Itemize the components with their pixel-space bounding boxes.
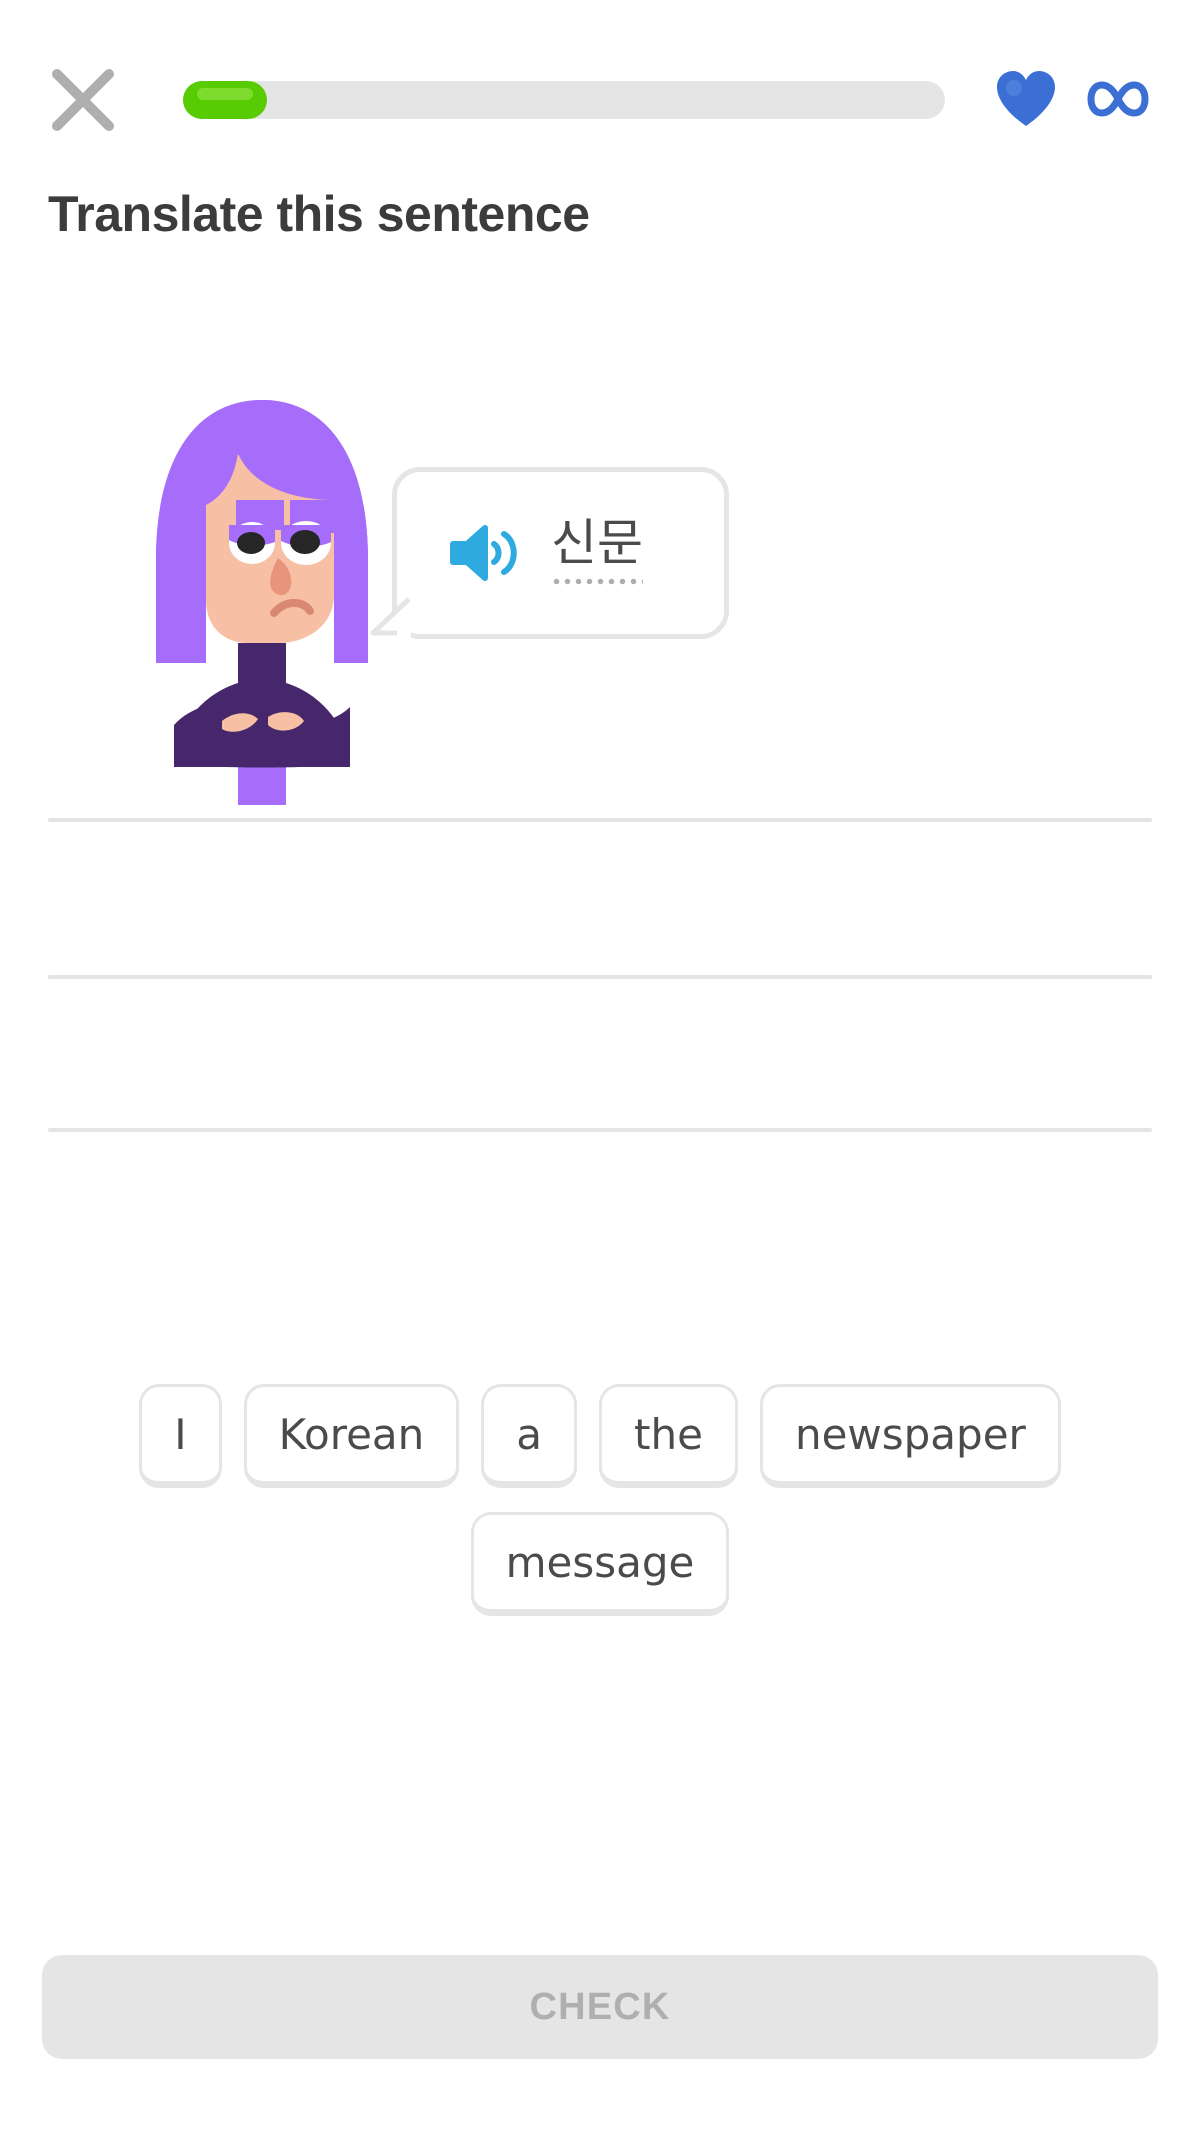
lily-character — [138, 395, 388, 825]
prompt-word-wrap: 신문 — [551, 517, 643, 590]
speaker-icon[interactable] — [449, 524, 519, 582]
progress-fill — [183, 81, 267, 119]
word-bank-row: message — [48, 1512, 1152, 1616]
speech-bubble-tail — [367, 595, 413, 639]
close-icon[interactable] — [45, 62, 121, 138]
word-bank: I Korean a the newspaper message — [48, 1384, 1152, 1640]
infinity-icon — [1087, 78, 1149, 120]
heart-icon[interactable] — [995, 70, 1057, 128]
word-tile[interactable]: the — [599, 1384, 738, 1488]
progress-shine — [197, 88, 253, 100]
answer-line[interactable] — [48, 1128, 1152, 1132]
check-button[interactable]: CHECK — [42, 1955, 1158, 2059]
word-tile[interactable]: message — [470, 1512, 730, 1616]
word-tile[interactable]: Korean — [243, 1384, 460, 1488]
page-title: Translate this sentence — [48, 186, 590, 242]
answer-line[interactable] — [48, 975, 1152, 979]
word-tile[interactable]: a — [481, 1384, 578, 1488]
answer-line[interactable] — [48, 818, 1152, 822]
prompt-word[interactable]: 신문 — [551, 517, 643, 570]
hint-dotted-underline — [551, 578, 643, 586]
word-tile[interactable]: I — [139, 1384, 222, 1488]
lesson-header — [0, 0, 1200, 170]
word-bank-row: I Korean a the newspaper — [48, 1384, 1152, 1488]
word-tile[interactable]: newspaper — [759, 1384, 1061, 1488]
lesson-progress-bar — [183, 81, 945, 119]
lesson-screen: Translate this sentence 신문 I Korean a th… — [0, 0, 1200, 2133]
prompt-area: 신문 — [0, 395, 1200, 825]
prompt-speech-bubble[interactable]: 신문 — [370, 467, 729, 639]
